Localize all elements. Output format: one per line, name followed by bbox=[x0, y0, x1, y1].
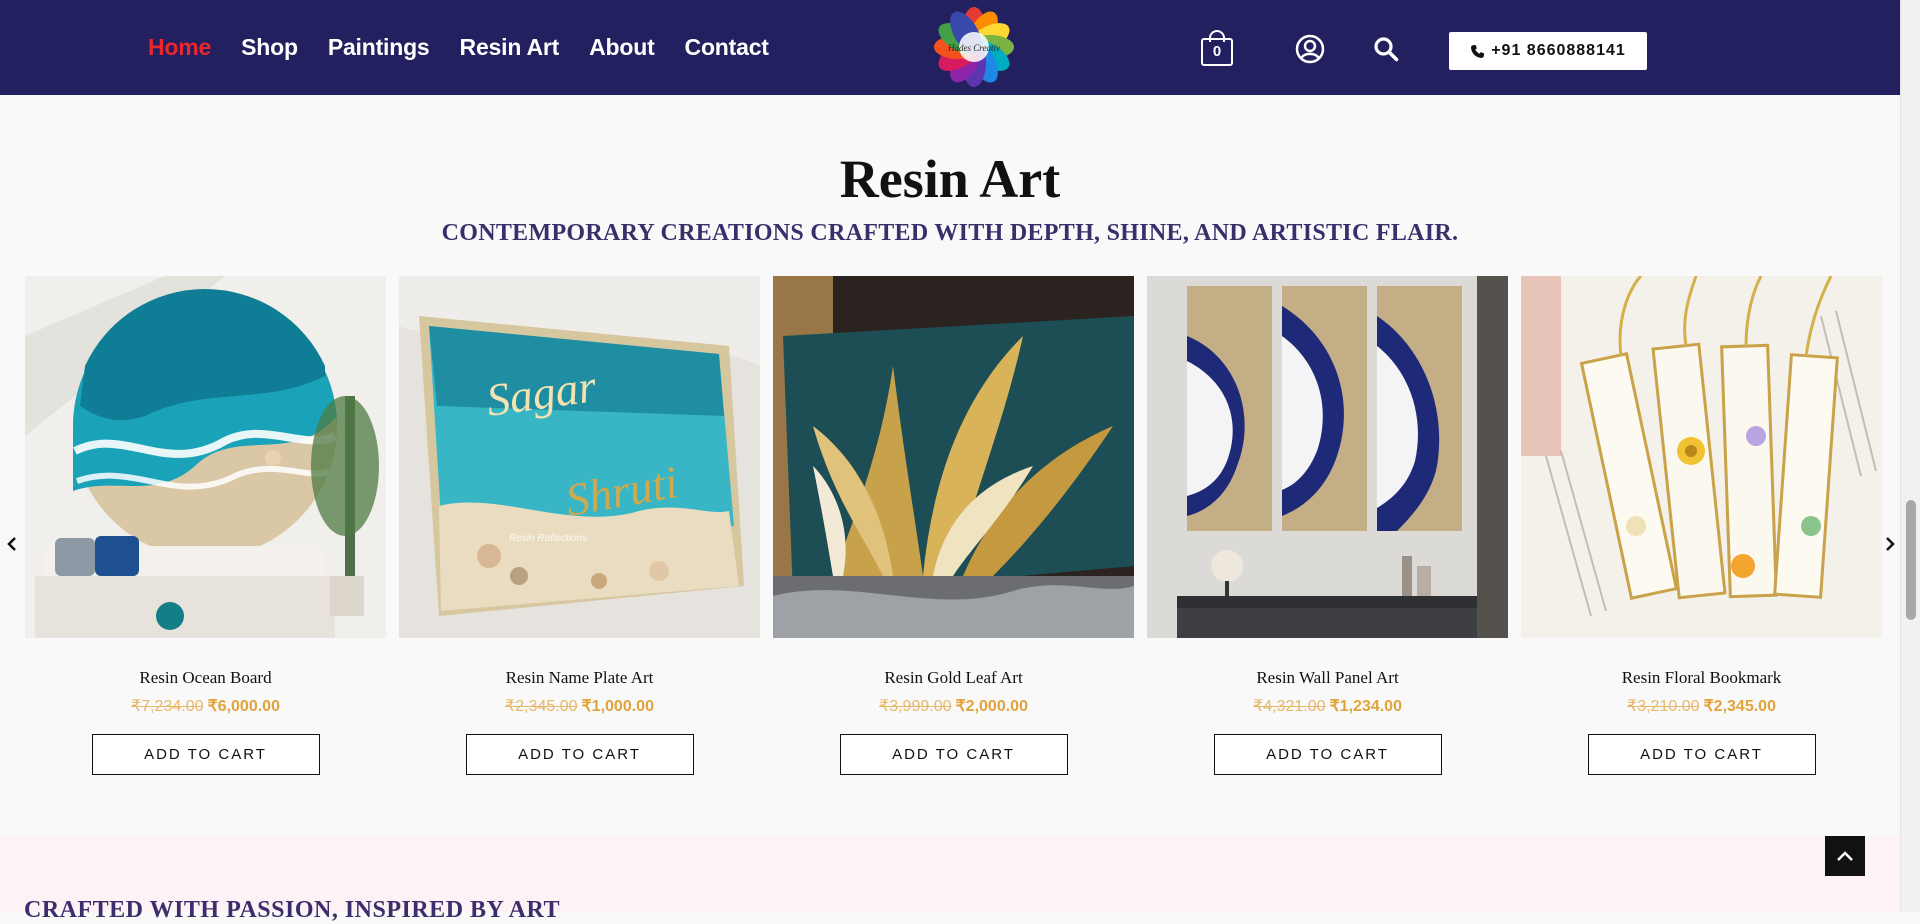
section-subtitle: CONTEMPORARY CREATIONS CRAFTED WITH DEPT… bbox=[441, 220, 1459, 246]
cart-button[interactable]: 0 bbox=[1201, 30, 1233, 66]
product-price: ₹3,999.00 ₹2,000.00 bbox=[773, 696, 1134, 716]
nav-resin-art[interactable]: Resin Art bbox=[460, 34, 560, 61]
nav-contact[interactable]: Contact bbox=[685, 34, 769, 61]
product-old-price: ₹7,234.00 bbox=[131, 698, 204, 715]
next-section-heading: CRAFTED WITH PASSION, INSPIRED BY ART bbox=[24, 897, 560, 923]
nav-about[interactable]: About bbox=[589, 34, 655, 61]
page-scrollbar[interactable] bbox=[1900, 0, 1920, 912]
product-image-wall-panel[interactable] bbox=[1147, 276, 1508, 638]
cart-count: 0 bbox=[1212, 43, 1222, 60]
chevron-left-icon bbox=[7, 537, 16, 551]
product-old-price: ₹2,345.00 bbox=[505, 698, 578, 715]
product-image-ocean-board[interactable] bbox=[25, 276, 386, 638]
nav-shop[interactable]: Shop bbox=[241, 34, 298, 61]
site-logo[interactable]: Hades Creativ bbox=[934, 7, 1014, 87]
nav-paintings[interactable]: Paintings bbox=[328, 34, 430, 61]
nav-home[interactable]: Home bbox=[148, 34, 211, 61]
add-to-cart-button[interactable]: ADD TO CART bbox=[839, 734, 1068, 775]
product-price: ₹3,210.00 ₹2,345.00 bbox=[1521, 696, 1882, 716]
chevron-up-icon bbox=[1837, 851, 1853, 861]
product-name[interactable]: Resin Name Plate Art bbox=[399, 668, 760, 688]
product-name[interactable]: Resin Gold Leaf Art bbox=[773, 668, 1134, 688]
chevron-right-icon bbox=[1886, 537, 1895, 551]
account-icon[interactable] bbox=[1295, 34, 1325, 64]
product-sale-price: ₹1,234.00 bbox=[1329, 698, 1402, 715]
product-name[interactable]: Resin Wall Panel Art bbox=[1147, 668, 1508, 688]
product-sale-price: ₹2,345.00 bbox=[1703, 698, 1776, 715]
product-card: Resin Ocean Board ₹7,234.00 ₹6,000.00 ADD… bbox=[25, 276, 386, 775]
plate-watermark: Resin Reflections bbox=[509, 533, 587, 544]
site-header: Home Shop Paintings Resin Art About Cont… bbox=[0, 0, 1900, 95]
add-to-cart-button[interactable]: ADD TO CART bbox=[465, 734, 694, 775]
product-sale-price: ₹6,000.00 bbox=[207, 698, 280, 715]
phone-button[interactable]: +91 8660888141 bbox=[1448, 31, 1648, 71]
product-card: Sagar Shruti Resin Reflections Resin Nam… bbox=[399, 276, 760, 775]
product-card: Resin Wall Panel Art ₹4,321.00 ₹1,234.00 … bbox=[1147, 276, 1508, 775]
product-price: ₹4,321.00 ₹1,234.00 bbox=[1147, 696, 1508, 716]
product-image-gold-leaf[interactable] bbox=[773, 276, 1134, 638]
product-card: Resin Floral Bookmark ₹3,210.00 ₹2,345.00… bbox=[1521, 276, 1882, 775]
product-image-bookmark[interactable] bbox=[1521, 276, 1882, 638]
add-to-cart-button[interactable]: ADD TO CART bbox=[1213, 734, 1442, 775]
logo-text: Hades Creativ bbox=[947, 43, 1000, 53]
product-card: Resin Gold Leaf Art ₹3,999.00 ₹2,000.00 A… bbox=[773, 276, 1134, 775]
phone-icon bbox=[1471, 44, 1485, 58]
carousel-prev-button[interactable] bbox=[2, 530, 22, 558]
product-sale-price: ₹1,000.00 bbox=[581, 698, 654, 715]
product-name[interactable]: Resin Floral Bookmark bbox=[1521, 668, 1882, 688]
add-to-cart-button[interactable]: ADD TO CART bbox=[1587, 734, 1816, 775]
product-old-price: ₹4,321.00 bbox=[1253, 698, 1326, 715]
carousel-next-button[interactable] bbox=[1880, 530, 1900, 558]
scroll-to-top-button[interactable] bbox=[1825, 836, 1865, 876]
product-old-price: ₹3,210.00 bbox=[1627, 698, 1700, 715]
search-icon[interactable] bbox=[1373, 36, 1399, 62]
product-old-price: ₹3,999.00 bbox=[879, 698, 952, 715]
add-to-cart-button[interactable]: ADD TO CART bbox=[91, 734, 320, 775]
product-sale-price: ₹2,000.00 bbox=[955, 698, 1028, 715]
product-image-name-plate[interactable]: Sagar Shruti Resin Reflections bbox=[399, 276, 760, 638]
product-name[interactable]: Resin Ocean Board bbox=[25, 668, 386, 688]
scrollbar-thumb[interactable] bbox=[1906, 500, 1916, 620]
product-price: ₹7,234.00 ₹6,000.00 bbox=[25, 696, 386, 716]
main-nav: Home Shop Paintings Resin Art About Cont… bbox=[148, 34, 769, 61]
product-price: ₹2,345.00 ₹1,000.00 bbox=[399, 696, 760, 716]
phone-number: +91 8660888141 bbox=[1491, 42, 1626, 59]
section-title: Resin Art bbox=[839, 149, 1061, 209]
